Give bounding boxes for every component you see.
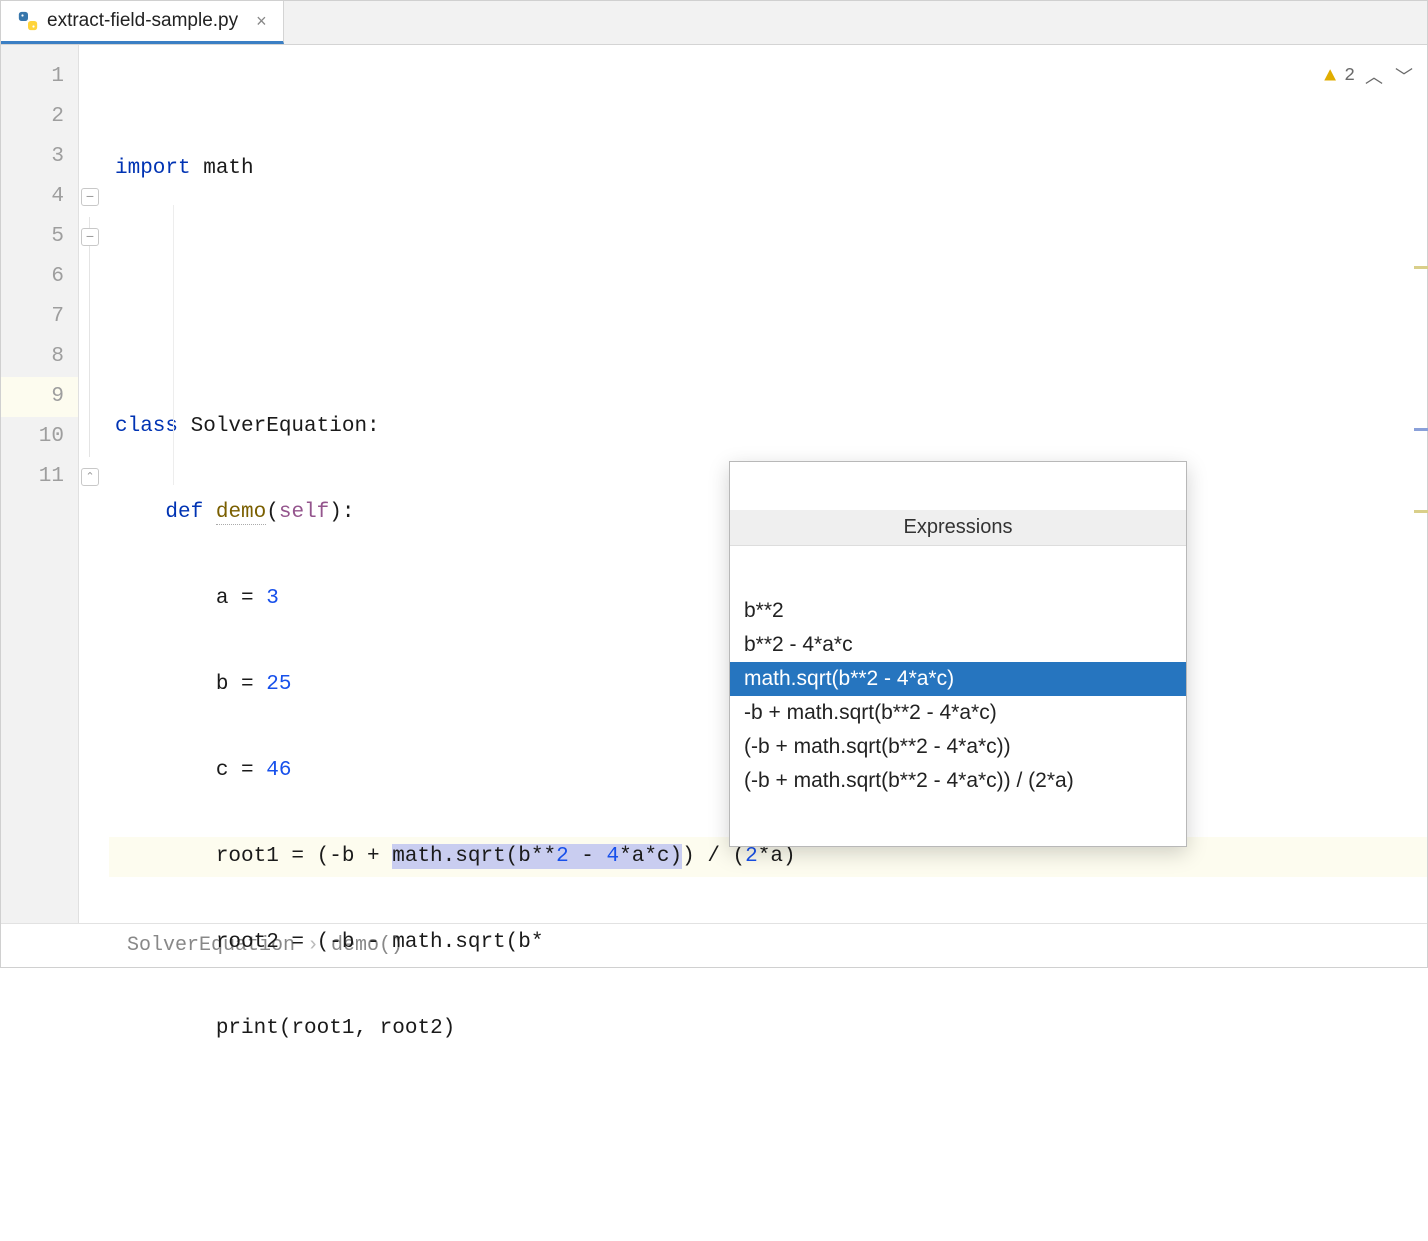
kw-def: def (165, 501, 203, 524)
stripe-mark[interactable] (1414, 266, 1428, 269)
expression-option[interactable]: -b + math.sqrt(b**2 - 4*a*c) (730, 696, 1186, 730)
fn-name: demo (216, 501, 266, 525)
line-number[interactable]: 8 (1, 337, 78, 377)
prev-highlight-icon[interactable]: ︿ (1363, 63, 1385, 89)
python-file-icon (17, 10, 39, 32)
line-number[interactable]: 9 (1, 377, 78, 417)
line-number[interactable]: 5 (1, 217, 78, 257)
kw-class: class (115, 415, 178, 438)
line-gutter[interactable]: 1234567891011 (1, 45, 79, 923)
close-tab-icon[interactable]: × (252, 11, 271, 32)
tab-bar: extract-field-sample.py × (1, 1, 1427, 45)
fold-toggle-def[interactable]: − (81, 228, 99, 246)
line-number[interactable]: 10 (1, 417, 78, 457)
fold-strip: − − ⌃ (79, 45, 109, 923)
fold-toggle-class[interactable]: − (81, 188, 99, 206)
expressions-popup: Expressions b**2b**2 - 4*a*cmath.sqrt(b*… (729, 461, 1187, 847)
line-number[interactable]: 1 (1, 57, 78, 97)
expression-option[interactable]: (-b + math.sqrt(b**2 - 4*a*c)) / (2*a) (730, 764, 1186, 798)
editor-tab[interactable]: extract-field-sample.py × (1, 1, 284, 44)
line-number[interactable]: 3 (1, 137, 78, 177)
selection: math.sqrt(b**2 - 4*a*c) (392, 844, 682, 869)
line-number[interactable]: 11 (1, 457, 78, 497)
next-highlight-icon[interactable]: ﹀ (1393, 63, 1415, 89)
expression-option[interactable]: (-b + math.sqrt(b**2 - 4*a*c)) (730, 730, 1186, 764)
warning-count: 2 (1344, 66, 1355, 86)
tab-filename: extract-field-sample.py (47, 10, 238, 32)
error-stripe[interactable] (1414, 44, 1428, 924)
expression-option[interactable]: b**2 (730, 594, 1186, 628)
kw-import: import (115, 157, 191, 180)
line-number[interactable]: 2 (1, 97, 78, 137)
line-number[interactable]: 7 (1, 297, 78, 337)
expression-option[interactable]: b**2 - 4*a*c (730, 628, 1186, 662)
param-self: self (279, 501, 329, 524)
editor: 1234567891011 − − ⌃ import math class So… (1, 45, 1427, 923)
stripe-mark[interactable] (1414, 428, 1428, 431)
inspections-widget[interactable]: ▲ 2 ︿ ﹀ (1324, 63, 1415, 89)
warning-icon: ▲ (1324, 65, 1336, 88)
class-name: SolverEquation (178, 415, 367, 438)
line-number[interactable]: 6 (1, 257, 78, 297)
stripe-mark[interactable] (1414, 510, 1428, 513)
expression-option[interactable]: math.sqrt(b**2 - 4*a*c) (730, 662, 1186, 696)
mod-math: math (191, 157, 254, 180)
fold-end[interactable]: ⌃ (81, 468, 99, 486)
popup-list: b**2b**2 - 4*a*cmath.sqrt(b**2 - 4*a*c)-… (730, 594, 1186, 798)
code-area[interactable]: import math class SolverEquation: def de… (109, 45, 1427, 923)
popup-title: Expressions (730, 510, 1186, 546)
builtin-print: print (216, 1017, 279, 1040)
line-number[interactable]: 4 (1, 177, 78, 217)
